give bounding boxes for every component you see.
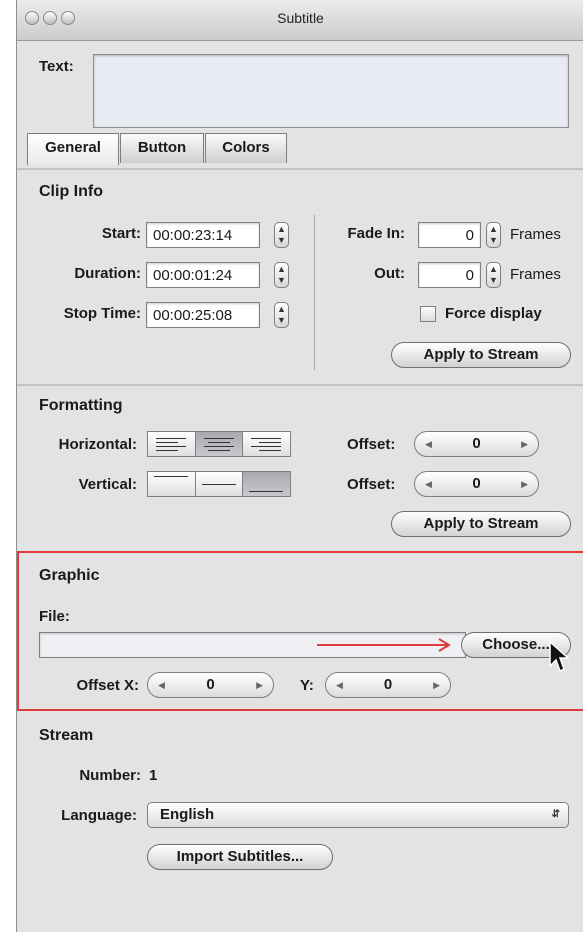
tab-button[interactable]: Button [120, 133, 204, 163]
tab-general[interactable]: General [27, 133, 119, 165]
horizontal-label: Horizontal: [58, 436, 137, 453]
frames-unit: Frames [510, 226, 561, 243]
fade-out-label: Out: [374, 265, 405, 282]
v-offset-slider[interactable]: ◀ 0 ▶ [414, 471, 539, 497]
apply-to-stream-button[interactable]: Apply to Stream [391, 342, 571, 368]
arrow-right-icon[interactable]: ▶ [521, 432, 528, 456]
offset-y-value: 0 [383, 676, 393, 693]
graphic-title: Graphic [39, 567, 100, 584]
import-subtitles-button[interactable]: Import Subtitles... [147, 844, 333, 870]
stepper-icon[interactable]: ▲ ▼ [274, 302, 289, 328]
frames-unit: Frames [510, 266, 561, 283]
clip-info-divider [314, 215, 315, 370]
tab-strip: General Button Colors [17, 128, 583, 170]
align-right-icon[interactable] [243, 432, 291, 456]
fade-in-label: Fade In: [347, 225, 405, 242]
language-label: Language: [61, 807, 137, 824]
force-display-label: Force display [445, 305, 542, 322]
align-center-icon[interactable] [195, 432, 244, 456]
v-offset-value: 0 [472, 475, 481, 492]
duration-label: Duration: [74, 265, 141, 282]
arrow-right-icon[interactable]: ▶ [433, 673, 440, 697]
formatting-title: Formatting [39, 397, 123, 414]
align-middle-icon[interactable] [195, 472, 244, 496]
language-select[interactable]: English ⇵ [147, 802, 569, 828]
number-value: 1 [149, 767, 158, 784]
tab-colors[interactable]: Colors [205, 133, 287, 163]
h-offset-label: Offset: [347, 436, 396, 453]
mouse-pointer-icon [549, 640, 570, 673]
stream-title: Stream [39, 727, 94, 744]
stop-time-label: Stop Time: [63, 305, 141, 322]
offset-x-value: 0 [206, 676, 215, 693]
number-label: Number: [79, 767, 141, 784]
subtitle-window: Subtitle Text: General Button Colors Cli… [16, 0, 583, 932]
window-title: Subtitle [277, 10, 324, 26]
stop-time-field[interactable]: 00:00:25:08 [146, 302, 260, 328]
stepper-icon[interactable]: ▲ ▼ [486, 222, 501, 248]
apply-to-stream-button[interactable]: Apply to Stream [391, 511, 571, 537]
v-offset-label: Offset: [347, 476, 396, 493]
fade-in-field[interactable]: 0 [418, 222, 481, 248]
arrow-right-icon[interactable]: ▶ [521, 472, 528, 496]
vertical-label: Vertical: [78, 476, 137, 493]
align-bottom-icon[interactable] [243, 472, 291, 496]
arrow-right-icon[interactable]: ▶ [256, 673, 263, 697]
start-field[interactable]: 00:00:23:14 [146, 222, 260, 248]
offset-x-slider[interactable]: ◀ 0 ▶ [147, 672, 274, 698]
h-offset-value: 0 [472, 435, 481, 452]
duration-field[interactable]: 00:00:01:24 [146, 262, 260, 288]
offset-y-label: Y: [300, 677, 314, 694]
text-label: Text: [39, 58, 74, 75]
stepper-icon[interactable]: ▲ ▼ [274, 222, 289, 248]
section-divider [17, 384, 583, 386]
align-left-icon[interactable] [148, 432, 196, 456]
start-label: Start: [101, 225, 141, 242]
offset-y-slider[interactable]: ◀ 0 ▶ [325, 672, 451, 698]
horizontal-alignment-control [147, 431, 291, 457]
fade-out-field[interactable]: 0 [418, 262, 481, 288]
tab-panel-border [17, 168, 583, 170]
stepper-icon[interactable]: ▲ ▼ [274, 262, 289, 288]
stepper-icon[interactable]: ▲ ▼ [486, 262, 501, 288]
arrow-annotation [317, 638, 451, 652]
chevron-updown-icon: ⇵ [551, 809, 560, 820]
force-display-checkbox[interactable] [420, 306, 436, 322]
vertical-alignment-control [147, 471, 291, 497]
language-value: English [160, 806, 215, 823]
h-offset-slider[interactable]: ◀ 0 ▶ [414, 431, 539, 457]
file-label: File: [39, 608, 70, 625]
title-bar: Subtitle [17, 0, 583, 41]
align-top-icon[interactable] [148, 472, 196, 496]
offset-x-label: Offset X: [76, 677, 139, 694]
text-input[interactable] [93, 54, 569, 128]
clip-info-title: Clip Info [39, 183, 103, 200]
